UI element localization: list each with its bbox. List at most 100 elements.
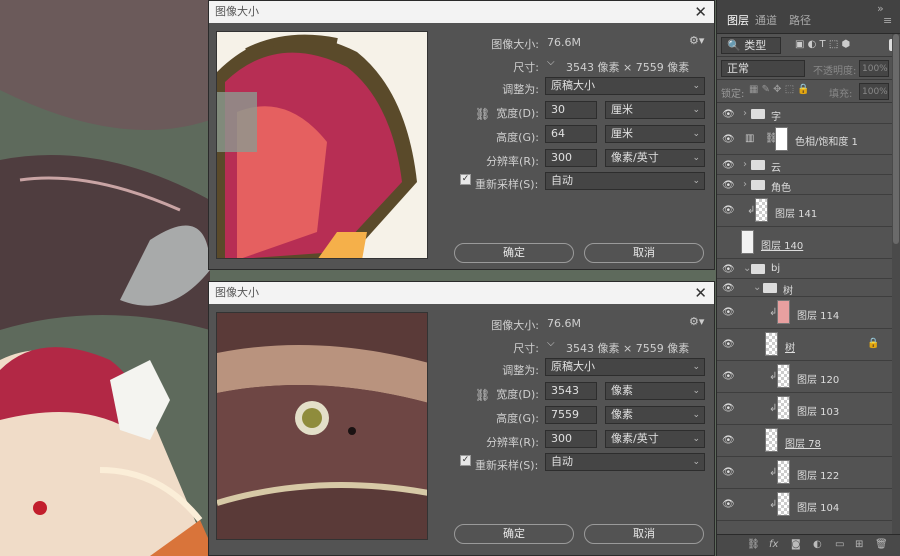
image-size-value: 76.6M: [547, 36, 581, 49]
eye-icon[interactable]: 👁: [722, 435, 736, 446]
layer-row[interactable]: 👁 › 角色: [717, 175, 893, 195]
gear-icon[interactable]: ⚙▾: [689, 34, 704, 47]
height-input[interactable]: 64: [545, 125, 597, 143]
cancel-button[interactable]: 取消: [584, 524, 704, 544]
layer-row[interactable]: 👁 ↲ 图层 103: [717, 393, 893, 425]
dialog-titlebar[interactable]: 图像大小 ✕: [209, 1, 714, 23]
expand-arrow-icon[interactable]: ›: [743, 159, 747, 170]
lock-icons[interactable]: ▦ ✎ ✥ ⬚ 🔒: [749, 84, 810, 95]
fit-to-select[interactable]: 原稿大小 ⌄: [545, 77, 705, 95]
layers-toolbar: ⛓ fx ◙ ◐ ▭ ⊞ 🗑: [717, 534, 900, 556]
preview-pane[interactable]: [216, 31, 428, 259]
eye-icon[interactable]: 👁: [722, 160, 736, 171]
layers-scrollbar[interactable]: [892, 34, 900, 534]
gear-icon[interactable]: ⚙▾: [689, 315, 704, 328]
eye-icon[interactable]: 👁: [722, 109, 736, 120]
expand-arrow-icon[interactable]: ›: [743, 108, 747, 119]
layer-row[interactable]: 👁 ↲ 图层 104: [717, 489, 893, 521]
eye-icon[interactable]: 👁: [722, 339, 736, 350]
layer-name: 图层 104: [797, 503, 840, 514]
resolution-unit-select[interactable]: 像素/英寸 ⌄: [605, 149, 705, 167]
eye-icon[interactable]: 👁: [722, 499, 736, 510]
panel-menu-icon[interactable]: ≡: [883, 14, 892, 27]
layer-row[interactable]: 👁 ↲ 图层 114: [717, 297, 893, 329]
eye-icon[interactable]: 👁: [722, 283, 736, 294]
eye-icon[interactable]: 👁: [722, 134, 736, 145]
width-unit-select[interactable]: 厘米 ⌄: [605, 101, 705, 119]
height-unit-select[interactable]: 厘米 ⌄: [605, 125, 705, 143]
opacity-input[interactable]: 100%: [859, 60, 889, 77]
eye-icon[interactable]: 👁: [722, 264, 736, 275]
layer-row[interactable]: 👁 图层 78: [717, 425, 893, 457]
tab-paths[interactable]: 路径: [789, 12, 811, 28]
preview-pane[interactable]: [216, 312, 428, 540]
height-input[interactable]: 7559: [545, 406, 597, 424]
layer-thumbnail: [777, 396, 790, 420]
close-icon[interactable]: ✕: [694, 1, 707, 23]
fill-label: 填充:: [829, 89, 853, 100]
layer-row[interactable]: 👁 ↲ 图层 120: [717, 361, 893, 393]
layer-row[interactable]: 👁 ▥ ⛓ 色相/饱和度 1: [717, 124, 893, 155]
eye-icon[interactable]: 👁: [722, 371, 736, 382]
eye-icon[interactable]: 👁: [722, 403, 736, 414]
chevron-down-icon[interactable]: ⌵: [547, 338, 555, 349]
resample-select[interactable]: 自动 ⌄: [545, 453, 705, 471]
resample-label: 重新采样(S):: [475, 459, 539, 472]
layer-name: 角色: [771, 183, 791, 194]
eye-icon[interactable]: 👁: [722, 205, 736, 216]
fill-input[interactable]: 100%: [859, 83, 889, 100]
layer-name: 色相/饱和度 1: [795, 137, 858, 148]
dropdown-arrow-icon: ⌄: [692, 434, 700, 444]
tab-channels[interactable]: 通道: [755, 12, 777, 28]
layer-name: 云: [771, 163, 781, 174]
fit-to-select[interactable]: 原稿大小 ⌄: [545, 358, 705, 376]
blend-mode-select[interactable]: 正常: [721, 60, 805, 77]
resample-select[interactable]: 自动 ⌄: [545, 172, 705, 190]
layer-row[interactable]: 👁 树 🔒: [717, 329, 893, 361]
fit-to-label: 调整为:: [502, 83, 539, 96]
eye-icon[interactable]: 👁: [722, 307, 736, 318]
fx-icon[interactable]: fx: [769, 539, 778, 550]
eye-icon[interactable]: 👁: [722, 180, 736, 191]
layer-row[interactable]: 👁 ↲ 图层 141: [717, 195, 893, 227]
link-layers-icon[interactable]: ⛓: [747, 539, 760, 550]
dialog-titlebar[interactable]: 图像大小 ✕: [209, 282, 714, 304]
new-layer-icon[interactable]: ⊞: [855, 539, 863, 550]
layer-row[interactable]: 图层 140: [717, 227, 893, 259]
tab-layers[interactable]: 图层: [727, 12, 749, 28]
collapse-arrow-icon[interactable]: ⌄: [753, 282, 761, 293]
resample-checkbox[interactable]: ✓: [460, 174, 471, 185]
ok-button[interactable]: 确定: [454, 524, 574, 544]
layer-row[interactable]: 👁 ↲ 图层 122: [717, 457, 893, 489]
trash-icon[interactable]: 🗑: [875, 539, 888, 550]
resolution-unit-select[interactable]: 像素/英寸 ⌄: [605, 430, 705, 448]
resolution-input[interactable]: 300: [545, 430, 597, 448]
resample-checkbox[interactable]: ✓: [460, 455, 471, 466]
resolution-input[interactable]: 300: [545, 149, 597, 167]
expand-arrow-icon[interactable]: ›: [743, 179, 747, 190]
layer-thumbnail: [777, 492, 790, 516]
dimensions-value: 3543 像素 × 7559 像素: [566, 342, 690, 355]
filter-kind-value: 类型: [744, 39, 767, 52]
width-unit-select[interactable]: 像素 ⌄: [605, 382, 705, 400]
adjustment-layer-icon[interactable]: ◐: [813, 539, 822, 550]
layer-name: bj: [771, 263, 781, 274]
close-icon[interactable]: ✕: [694, 282, 707, 304]
chevron-down-icon[interactable]: ⌵: [547, 57, 555, 68]
cancel-button[interactable]: 取消: [584, 243, 704, 263]
new-group-icon[interactable]: ▭: [835, 539, 844, 550]
filter-icons[interactable]: ▣ ◐ T ⬚ ⬢: [795, 39, 850, 50]
mask-icon[interactable]: ◙: [791, 539, 801, 550]
ok-button[interactable]: 确定: [454, 243, 574, 263]
width-input[interactable]: 3543: [545, 382, 597, 400]
eye-icon[interactable]: 👁: [722, 467, 736, 478]
width-input[interactable]: 30: [545, 101, 597, 119]
scrollbar-thumb[interactable]: [893, 34, 899, 244]
layer-row[interactable]: 👁 ⌄ bj: [717, 259, 893, 279]
filter-kind-select[interactable]: 🔍 类型: [721, 37, 781, 54]
layer-row[interactable]: 👁 › 字: [717, 104, 893, 124]
height-unit-select[interactable]: 像素 ⌄: [605, 406, 705, 424]
dropdown-arrow-icon: ⌄: [692, 457, 700, 467]
layer-row[interactable]: 👁 › 云: [717, 155, 893, 175]
layer-row[interactable]: 👁 ⌄ 树: [717, 279, 893, 297]
